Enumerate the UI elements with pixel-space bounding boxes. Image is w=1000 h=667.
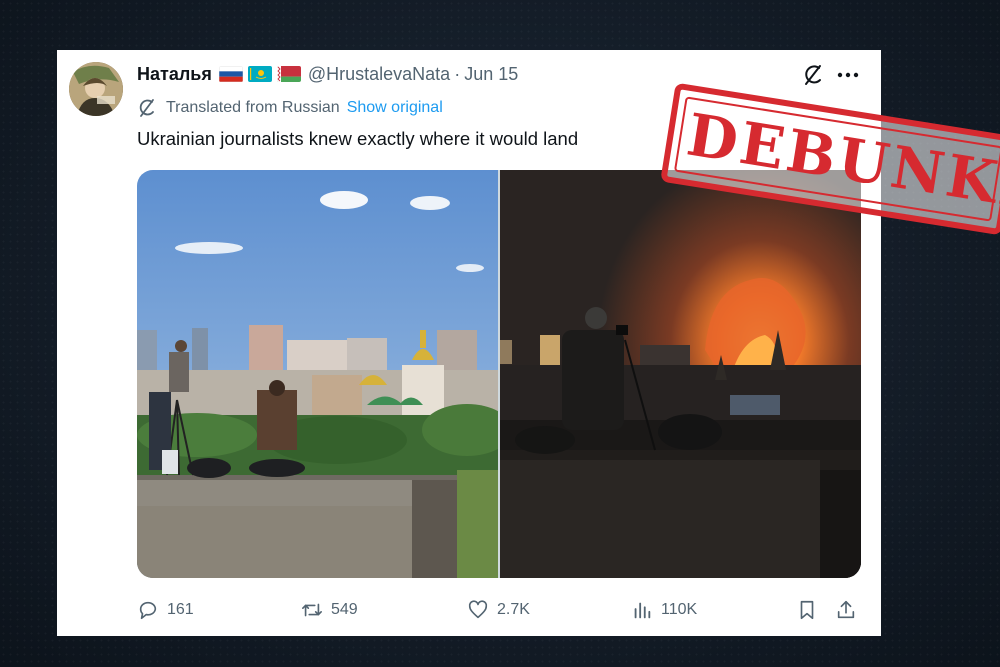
repost-button[interactable]: 549 bbox=[301, 596, 358, 624]
repost-count: 549 bbox=[331, 601, 358, 618]
action-bar: 161 549 2.7K 110K bbox=[137, 596, 861, 624]
share-button[interactable] bbox=[835, 596, 865, 624]
heart-icon bbox=[468, 600, 488, 619]
share-icon bbox=[837, 600, 855, 619]
kazakhstan-flag-icon bbox=[247, 66, 272, 82]
translate-icon bbox=[137, 98, 157, 118]
reply-button[interactable]: 161 bbox=[137, 596, 194, 624]
daytime-photo[interactable] bbox=[137, 170, 498, 578]
more-options-icon[interactable] bbox=[835, 63, 861, 87]
tweet-text: Ukrainian journalists knew exactly where… bbox=[137, 128, 579, 149]
post-date[interactable]: Jun 15 bbox=[464, 64, 518, 85]
media-grid bbox=[137, 170, 861, 578]
analytics-icon bbox=[634, 602, 651, 619]
show-original-link[interactable]: Show original bbox=[347, 99, 443, 117]
like-button[interactable]: 2.7K bbox=[467, 596, 530, 624]
translation-row: Translated from Russian Show original bbox=[137, 97, 443, 119]
avatar[interactable] bbox=[69, 62, 123, 116]
separator-dot: · bbox=[454, 63, 461, 84]
like-count: 2.7K bbox=[497, 601, 530, 618]
bookmark-button[interactable] bbox=[796, 596, 826, 624]
grok-icon[interactable] bbox=[801, 63, 825, 87]
view-count: 110K bbox=[661, 601, 698, 618]
night-fire-photo[interactable] bbox=[500, 170, 861, 578]
repost-icon bbox=[302, 603, 322, 617]
author-handle[interactable]: @HrustalevaNata bbox=[308, 64, 450, 85]
views-button[interactable]: 110K bbox=[631, 596, 697, 624]
russia-flag-icon bbox=[218, 66, 243, 82]
bookmark-icon bbox=[800, 600, 814, 620]
reply-icon bbox=[139, 601, 157, 620]
translated-label: Translated from Russian bbox=[166, 99, 340, 116]
author-row: Наталья @HrustalevaNata · Jun 15 bbox=[137, 63, 518, 85]
belarus-flag-icon bbox=[276, 66, 301, 82]
author-name[interactable]: Наталья bbox=[137, 64, 212, 85]
reply-count: 161 bbox=[167, 601, 194, 618]
